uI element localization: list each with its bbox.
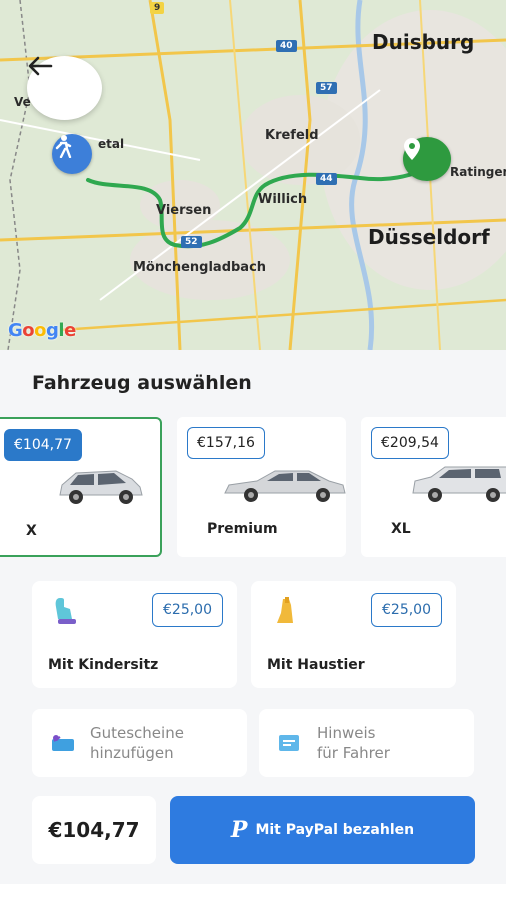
city-label-nettetal: etal [98, 137, 125, 151]
voucher-icon [52, 735, 74, 751]
vehicle-name: XL [391, 521, 411, 537]
option-price: €25,00 [152, 593, 223, 627]
driver-note-button[interactable]: Hinweis für Fahrer [259, 709, 474, 777]
vehicle-card-xl[interactable]: €209,54 XL [361, 417, 506, 557]
van-car-icon [59, 470, 143, 504]
total-price: €104,77 [32, 796, 156, 864]
location-pin-icon [404, 138, 420, 160]
pay-button-label: Mit PayPal bezahlen [255, 822, 415, 838]
road-badge-44: 44 [316, 173, 337, 185]
city-label-krefeld: Krefeld [265, 128, 319, 143]
vehicle-name: X [26, 523, 37, 539]
city-label-ratingen: Ratingen [450, 165, 506, 179]
city-label-viersen: Viersen [156, 203, 212, 218]
person-walking-icon [55, 135, 72, 158]
road-badge-57: 57 [316, 82, 337, 94]
child-seat-icon [55, 598, 76, 624]
city-label-moenchengladbach: Mönchengladbach [133, 260, 267, 275]
road-badge-52: 52 [181, 236, 202, 248]
option-pet[interactable]: €25,00 Mit Haustier [251, 581, 456, 688]
note-icon [279, 735, 299, 751]
road-badge-40: 40 [276, 40, 297, 52]
sedan-car-icon [224, 470, 346, 502]
vehicle-name: Premium [207, 521, 278, 537]
pay-with-paypal-button[interactable]: P Mit PayPal bezahlen [170, 796, 475, 864]
vehicle-price: €209,54 [371, 427, 449, 459]
option-label: Mit Haustier [267, 657, 365, 673]
vehicle-price: €157,16 [187, 427, 265, 459]
route-map[interactable]: 9 40 57 44 52 Duisburg Düsseldorf Krefel… [0, 0, 506, 350]
vehicle-card-premium[interactable]: €157,16 Premium [177, 417, 346, 557]
paypal-logo-icon: P [230, 817, 248, 843]
bottom-bar [0, 884, 506, 900]
vehicle-card-x[interactable]: €104,77 X [0, 417, 162, 557]
note-label: Hinweis für Fahrer [317, 724, 390, 762]
pet-icon [277, 597, 293, 623]
voucher-label: Gutescheine hinzufügen [90, 724, 184, 762]
suv-car-icon [412, 466, 506, 502]
option-label: Mit Kindersitz [48, 657, 159, 673]
city-label-duesseldorf: Düsseldorf [368, 225, 490, 249]
add-voucher-button[interactable]: Gutescheine hinzufügen [32, 709, 247, 777]
back-button[interactable] [27, 56, 102, 120]
option-price: €25,00 [371, 593, 442, 627]
road-badge-9: 9 [150, 2, 165, 14]
google-logo: Google [8, 320, 76, 341]
section-title: Fahrzeug auswählen [32, 372, 252, 394]
city-label-willich: Willich [258, 192, 308, 207]
city-label-duisburg: Duisburg [372, 30, 475, 54]
destination-marker[interactable] [403, 137, 451, 181]
option-child-seat[interactable]: €25,00 Mit Kindersitz [32, 581, 237, 688]
vehicle-price: €104,77 [4, 429, 82, 461]
arrow-left-icon [28, 56, 53, 76]
start-marker[interactable] [52, 134, 92, 174]
